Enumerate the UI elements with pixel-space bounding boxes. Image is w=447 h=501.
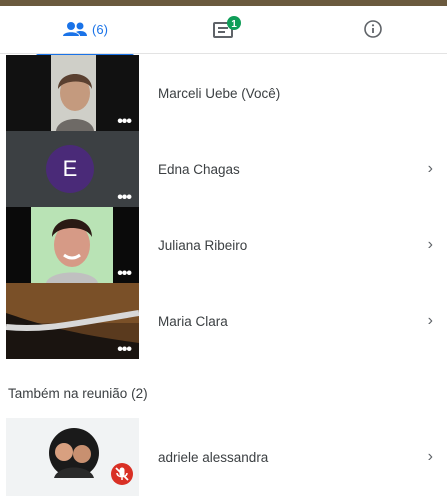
- more-options-icon[interactable]: •••: [117, 114, 132, 130]
- chevron-right-icon[interactable]: ›: [428, 131, 433, 207]
- chevron-right-icon[interactable]: ›: [428, 418, 433, 496]
- participant-name: Edna Chagas: [158, 161, 240, 177]
- chevron-right-icon[interactable]: ›: [428, 283, 433, 359]
- section-title: Também na reunião (2): [8, 386, 148, 401]
- chat-badge-count: 1: [231, 19, 237, 30]
- info-icon: [364, 20, 382, 38]
- participant-row[interactable]: ••• Marceli Uebe (Você): [0, 55, 447, 131]
- participant-video: •••: [6, 55, 139, 131]
- chat-icon: 1: [213, 16, 241, 38]
- participant-tile: [6, 418, 139, 496]
- more-options-icon[interactable]: •••: [117, 342, 132, 358]
- people-count: (6): [92, 21, 108, 37]
- participant-row[interactable]: ••• Juliana Ribeiro ›: [0, 207, 447, 283]
- participant-name: Maria Clara: [158, 313, 228, 329]
- tab-people[interactable]: (6): [20, 6, 150, 52]
- participant-name: adriele alessandra: [158, 449, 269, 465]
- avatar-initial: E: [62, 156, 78, 181]
- participant-video: •••: [6, 283, 139, 359]
- people-icon: [63, 22, 88, 36]
- more-options-icon[interactable]: •••: [117, 266, 132, 282]
- participant-row[interactable]: adriele alessandra ›: [0, 418, 447, 496]
- tab-divider: [0, 53, 447, 54]
- chevron-right-icon[interactable]: ›: [428, 207, 433, 283]
- tab-bar: (6) 1: [0, 6, 447, 57]
- participant-row[interactable]: ••• Maria Clara ›: [0, 283, 447, 359]
- tab-info[interactable]: [308, 6, 438, 52]
- participant-name: Marceli Uebe (Você): [158, 85, 281, 101]
- tab-chat[interactable]: 1: [163, 6, 293, 52]
- participant-name: Juliana Ribeiro: [158, 237, 248, 253]
- participant-video: •••: [6, 207, 139, 283]
- more-options-icon[interactable]: •••: [117, 190, 132, 206]
- participant-row[interactable]: E ••• Edna Chagas ›: [0, 131, 447, 207]
- participant-video: E •••: [6, 131, 139, 207]
- mic-off-icon: [111, 463, 133, 485]
